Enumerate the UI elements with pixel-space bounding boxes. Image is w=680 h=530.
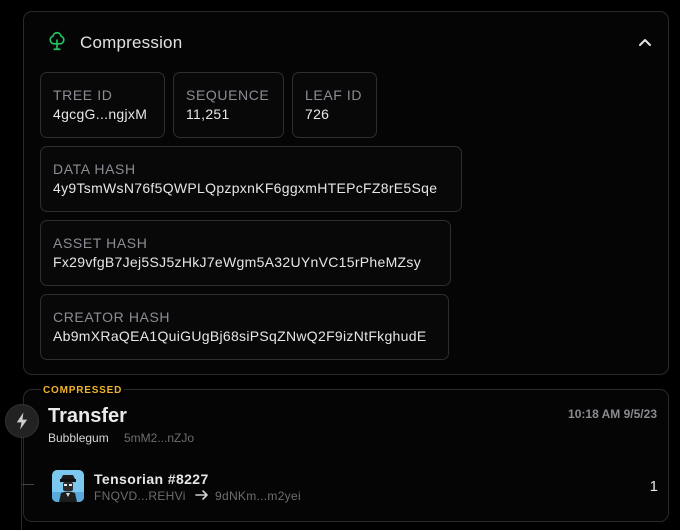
creator-hash-field: CREATOR HASH Ab9mXRaQEA1QuiGUgBj68siPSqZ… [40,294,449,360]
program-name[interactable]: Bubblegum [48,431,109,445]
from-address[interactable]: FNQVD...REHVi [94,489,186,503]
asset-hash-value: Fx29vfgB7Jej5SJ5zHkJ7eWgm5A32UYnVC15rPhe… [53,254,422,270]
tree-icon [49,31,65,51]
data-hash-field: DATA HASH 4y9TsmWsN76f5QWPLQpzpxnKF6ggxm… [40,146,462,212]
tree-id-value[interactable]: 4gcgG...ngjxM [53,106,164,122]
nft-name[interactable]: Tensorian #8227 [94,471,209,487]
asset-hash-label: ASSET HASH [53,235,148,251]
leaf-id-label: LEAF ID [305,87,363,103]
sequence-label: SEQUENCE [186,87,270,103]
sequence-field: SEQUENCE 11,251 [173,72,284,138]
creator-hash-value: Ab9mXRaQEA1QuiGUgBj68siPSqZNwQ2F9izNtFkg… [53,328,427,344]
arrow-right-icon [195,490,208,500]
program-address[interactable]: 5mM2...nZJo [124,431,194,445]
leaf-id-value: 726 [305,106,330,122]
tensorian-avatar-icon[interactable] [52,470,84,502]
tree-id-label: TREE ID [53,87,113,103]
chevron-up-icon[interactable] [637,35,653,49]
data-hash-label: DATA HASH [53,161,136,177]
creator-hash-label: CREATOR HASH [53,309,171,325]
quantity: 1 [649,478,658,495]
lightning-bolt-icon [5,404,39,438]
transaction-time: 10:18 AM 9/5/23 [568,407,657,421]
data-hash-value: 4y9TsmWsN76f5QWPLQpzpxnKF6ggxmHTEPcFZ8rE… [53,180,438,196]
transaction-title: Transfer [48,405,127,427]
to-address[interactable]: 9dNKm...m2yei [215,489,301,503]
timeline-branch [22,484,34,485]
sequence-value: 11,251 [186,106,230,122]
section-title: Compression [80,33,183,52]
compressed-badge: COMPRESSED [41,385,125,396]
asset-hash-field: ASSET HASH Fx29vfgB7Jej5SJ5zHkJ7eWgm5A32… [40,220,451,286]
tree-id-field: TREE ID 4gcgG...ngjxM [40,72,165,138]
leaf-id-field: LEAF ID 726 [292,72,377,138]
